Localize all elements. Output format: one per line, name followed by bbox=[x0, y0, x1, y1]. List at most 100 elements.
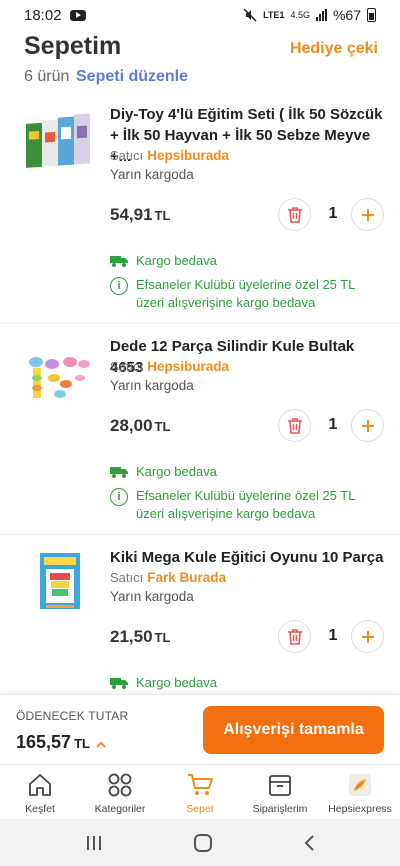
status-time: 18:02 bbox=[24, 6, 62, 24]
bottom-tab-bar: Keşfet Kategoriler Sepet Siparişlerim He… bbox=[0, 764, 400, 819]
total-value: 165,57 bbox=[16, 732, 72, 752]
increase-button[interactable] bbox=[351, 409, 384, 442]
quantity-stepper: 1 bbox=[278, 198, 384, 232]
delete-button[interactable] bbox=[278, 620, 311, 653]
page-title: Sepetim bbox=[24, 32, 122, 60]
info-icon: i bbox=[110, 488, 128, 506]
grid-icon bbox=[108, 773, 132, 797]
tab-sepet[interactable]: Sepet bbox=[160, 765, 240, 819]
checkout-button[interactable]: Alışverişi tamamla bbox=[203, 706, 384, 754]
club-promo: i Efsaneler Kulübü üyelerine özel 25 TL … bbox=[110, 487, 384, 523]
plus-icon bbox=[361, 208, 374, 221]
total-amount[interactable]: 165,57 TL bbox=[16, 732, 106, 753]
quantity-value: 1 bbox=[328, 416, 338, 433]
trash-icon bbox=[287, 417, 302, 434]
seller-prefix: Satıcı bbox=[110, 359, 144, 374]
free-shipping-label: Kargo bedava bbox=[136, 253, 217, 268]
trash-icon bbox=[287, 206, 302, 223]
seller-prefix: Satıcı bbox=[110, 148, 144, 163]
tab-kesfet[interactable]: Keşfet bbox=[0, 765, 80, 819]
free-shipping: Kargo bedava bbox=[110, 253, 217, 268]
network-label: LTE1 bbox=[263, 10, 285, 20]
chevron-up-icon[interactable] bbox=[96, 737, 106, 751]
product-price: 21,50 TL bbox=[110, 627, 170, 647]
divider bbox=[0, 323, 400, 324]
total-currency: TL bbox=[74, 736, 90, 751]
price-value: 54,91 bbox=[110, 205, 153, 224]
youtube-icon bbox=[69, 9, 86, 21]
tab-siparislerim[interactable]: Siparişlerim bbox=[240, 765, 320, 819]
price-value: 28,00 bbox=[110, 416, 153, 435]
home-icon bbox=[29, 774, 51, 796]
price-currency: TL bbox=[154, 419, 171, 434]
tab-label: Hepsiexpress bbox=[328, 803, 392, 815]
promo-text: Efsaneler Kulübü üyelerine özel 25 TL üz… bbox=[136, 277, 355, 310]
speed-label: 4.5G bbox=[290, 10, 310, 20]
seller-prefix: Satıcı bbox=[110, 570, 144, 585]
seller-link[interactable]: Hepsiburada bbox=[147, 359, 229, 374]
express-icon bbox=[349, 774, 371, 796]
free-shipping: Kargo bedava bbox=[110, 675, 217, 690]
status-bar: 18:02 LTE1 4.5G %67 bbox=[0, 0, 400, 30]
checkout-summary: ÖDENECEK TUTAR 165,57 TL Alışverişi tama… bbox=[0, 694, 400, 764]
mute-icon bbox=[243, 8, 257, 22]
tab-label: Keşfet bbox=[25, 803, 55, 815]
tab-label: Sepet bbox=[186, 803, 214, 815]
gift-voucher-link[interactable]: Hediye çeki bbox=[290, 40, 378, 58]
tab-kategoriler[interactable]: Kategoriler bbox=[80, 765, 160, 819]
seller-info: Satıcı Fark Burada bbox=[110, 570, 226, 585]
seller-link[interactable]: Fark Burada bbox=[147, 570, 226, 585]
free-shipping: Kargo bedava bbox=[110, 464, 217, 479]
product-image[interactable] bbox=[24, 344, 94, 406]
product-image[interactable] bbox=[24, 549, 94, 615]
item-count: 6 ürün bbox=[24, 68, 70, 85]
cart-icon bbox=[188, 774, 213, 795]
quantity-value: 1 bbox=[328, 627, 338, 644]
quantity-stepper: 1 bbox=[278, 409, 384, 443]
tab-hepsiexpress[interactable]: Hepsiexpress bbox=[320, 765, 400, 819]
delete-button[interactable] bbox=[278, 198, 311, 231]
back-icon[interactable] bbox=[302, 834, 316, 852]
tab-label: Kategoriler bbox=[94, 803, 146, 815]
delete-button[interactable] bbox=[278, 409, 311, 442]
promo-text: Efsaneler Kulübü üyelerine özel 25 TL üz… bbox=[136, 488, 355, 521]
divider bbox=[0, 534, 400, 535]
delivery-info: Yarın kargoda bbox=[110, 378, 194, 393]
product-price: 54,91 TL bbox=[110, 205, 170, 225]
quantity-stepper: 1 bbox=[278, 620, 384, 654]
battery-label: %67 bbox=[332, 7, 361, 23]
info-icon: i bbox=[110, 277, 128, 295]
total-label: ÖDENECEK TUTAR bbox=[16, 709, 129, 723]
cart-header: Sepetim Hediye çeki 6 ürün Sepeti düzenl… bbox=[0, 30, 400, 90]
system-nav-bar bbox=[0, 819, 400, 866]
recent-apps-icon[interactable] bbox=[84, 834, 104, 852]
tab-label: Siparişlerim bbox=[252, 803, 308, 815]
price-value: 21,50 bbox=[110, 627, 153, 646]
truck-icon bbox=[110, 467, 128, 478]
cart-item-list[interactable]: Diy-Toy 4'lü Eğitim Seti ( İlk 50 Sözcük… bbox=[0, 92, 400, 694]
seller-info: Satıcı Hepsiburada bbox=[110, 148, 229, 163]
club-promo: i Efsaneler Kulübü üyelerine özel 25 TL … bbox=[110, 276, 384, 312]
price-currency: TL bbox=[154, 208, 171, 223]
increase-button[interactable] bbox=[351, 198, 384, 231]
delivery-info: Yarın kargoda bbox=[110, 167, 194, 182]
trash-icon bbox=[287, 628, 302, 645]
increase-button[interactable] bbox=[351, 620, 384, 653]
free-shipping-label: Kargo bedava bbox=[136, 464, 217, 479]
seller-info: Satıcı Hepsiburada bbox=[110, 359, 229, 374]
product-image[interactable] bbox=[24, 112, 94, 174]
battery-icon bbox=[367, 8, 376, 22]
quantity-value: 1 bbox=[328, 205, 338, 222]
product-name[interactable]: Kiki Mega Kule Eğitici Oyunu 10 Parça bbox=[110, 547, 384, 568]
price-currency: TL bbox=[154, 630, 171, 645]
home-button-icon[interactable] bbox=[193, 833, 213, 853]
edit-cart-link[interactable]: Sepeti düzenle bbox=[76, 68, 188, 86]
plus-icon bbox=[361, 419, 374, 432]
seller-link[interactable]: Hepsiburada bbox=[147, 148, 229, 163]
truck-icon bbox=[110, 678, 128, 689]
free-shipping-label: Kargo bedava bbox=[136, 675, 217, 690]
signal-icon bbox=[315, 9, 327, 21]
product-price: 28,00 TL bbox=[110, 416, 170, 436]
box-icon bbox=[269, 775, 291, 796]
truck-icon bbox=[110, 256, 128, 267]
